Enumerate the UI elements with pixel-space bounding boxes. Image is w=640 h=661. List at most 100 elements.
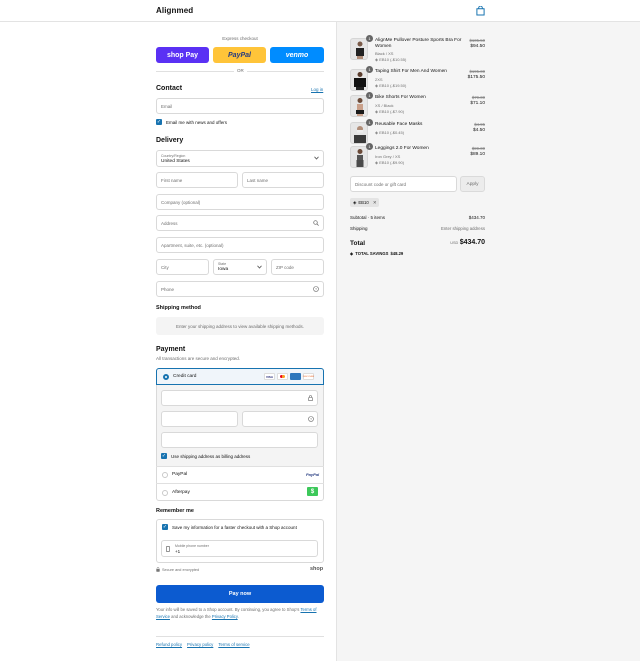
quantity-badge: 1: [366, 35, 373, 42]
apply-button[interactable]: Apply: [460, 176, 485, 192]
mobile-phone-input[interactable]: Mobile phone number +1: [161, 540, 318, 557]
item-discount: ◈ EB10 (-$10.55): [375, 57, 406, 62]
expiration-input[interactable]: [161, 411, 238, 427]
terms-of-service-link[interactable]: Terms of service: [218, 642, 249, 647]
quantity-badge: 1: [366, 92, 373, 99]
remove-discount-icon[interactable]: ✕: [373, 200, 377, 206]
discount-code-input[interactable]: Discount code or gift card: [350, 176, 457, 192]
email-input[interactable]: Email: [156, 98, 324, 114]
card-brand-icons: VISA DISCOVER: [264, 373, 314, 380]
product-thumbnail: [350, 122, 368, 144]
help-icon[interactable]: ?: [313, 286, 319, 292]
afterpay-option[interactable]: Afterpay: [156, 484, 324, 501]
product-thumbnail: [350, 146, 368, 168]
secure-label: Secure and encrypted: [162, 567, 200, 572]
cart-item: 1 Leggings 2.0 For Women Iron Grey / XS …: [350, 143, 485, 170]
item-name: Bike Shorts For Women: [375, 95, 426, 100]
phone-input[interactable]: Phone: [156, 281, 324, 297]
help-icon[interactable]: ?: [308, 416, 314, 422]
quantity-badge: 1: [366, 119, 373, 126]
brand-logo[interactable]: Alignmed: [156, 6, 193, 15]
item-discount: ◈ EB10 (-$19.50): [375, 83, 406, 88]
footer-links: Refund policy Privacy policy Terms of se…: [156, 642, 250, 647]
afterpay-radio[interactable]: [162, 489, 168, 496]
item-variant: XS / Black: [375, 103, 394, 108]
total-savings-row: ◈ TOTAL SAVINGS $48.29: [350, 251, 403, 256]
news-label: Email me with news and offers: [166, 119, 227, 125]
city-input[interactable]: City: [156, 259, 209, 275]
company-placeholder: Company (optional): [161, 199, 201, 205]
paypal-express-button[interactable]: PayPal: [213, 47, 266, 63]
legal-text-end: .: [237, 613, 239, 619]
item-variant: Iron Grey / XS: [375, 154, 401, 159]
save-info-checkbox-row[interactable]: ✓ Save my information for a faster check…: [162, 524, 297, 530]
secure-row: Secure and encrypted: [156, 567, 199, 572]
shop-pay-button[interactable]: shop Pay: [156, 47, 209, 63]
quantity-badge: 1: [366, 143, 373, 150]
mobile-value: +1: [175, 548, 181, 554]
item-name: Reusable Face Masks: [375, 122, 423, 127]
last-name-placeholder: Last name: [247, 177, 269, 183]
first-name-input[interactable]: First name: [156, 172, 238, 188]
billing-checkbox[interactable]: ✓: [161, 453, 167, 459]
item-discount: ◈ EB10 (-$0.45): [375, 130, 404, 135]
zip-input[interactable]: ZIP code: [271, 259, 324, 275]
name-on-card-input[interactable]: [161, 432, 318, 448]
express-checkout-label: Express checkout: [222, 36, 258, 41]
tag-icon: ◈: [350, 251, 354, 256]
item-variant: Black / XS: [375, 51, 394, 56]
country-select[interactable]: Country/Region United States: [156, 150, 324, 167]
footer-divider: [156, 636, 324, 637]
address-input[interactable]: Address: [156, 215, 324, 231]
legal-text: Your info will be saved to a Shop accoun…: [156, 607, 324, 620]
item-name: Taping Shirt For Men And Women: [375, 69, 447, 74]
news-checkbox-row[interactable]: ✓ Email me with news and offers: [156, 119, 227, 125]
apply-label: Apply: [466, 181, 479, 187]
paypal-option[interactable]: PayPal: [156, 466, 324, 483]
privacy-policy-link[interactable]: Privacy policy: [187, 642, 213, 647]
refund-policy-link[interactable]: Refund policy: [156, 642, 182, 647]
company-input[interactable]: Company (optional): [156, 194, 324, 210]
address-placeholder: Address: [161, 220, 178, 226]
save-info-checkbox[interactable]: ✓: [162, 524, 168, 530]
amex-icon: [290, 373, 301, 380]
mastercard-icon: [277, 373, 288, 380]
venmo-button[interactable]: venmo: [270, 47, 324, 63]
save-info-label: Save my information for a faster checkou…: [172, 524, 297, 530]
login-link[interactable]: Log in: [311, 87, 323, 92]
apartment-input[interactable]: Apartment, suite, etc. (optional): [156, 237, 324, 253]
shipping-value: Enter shipping address: [441, 226, 485, 231]
legal-text-body: Your info will be saved to a Shop accoun…: [156, 607, 300, 612]
billing-checkbox-row[interactable]: ✓ Use shipping address as billing addres…: [161, 453, 250, 459]
news-checkbox[interactable]: ✓: [156, 119, 162, 125]
pay-now-button[interactable]: Pay now: [156, 585, 324, 603]
apartment-placeholder: Apartment, suite, etc. (optional): [161, 242, 224, 248]
cart-item: 1 Bike Shorts For Women XS / Black ◈ EB1…: [350, 92, 485, 119]
item-discount-text: EB10 (-$9.90): [379, 159, 405, 165]
cart-bag-icon[interactable]: [476, 6, 485, 16]
shop-logo: shop: [310, 566, 324, 572]
legal-text-and: and acknowledge the: [171, 613, 211, 619]
item-original-price: $99.00: [471, 146, 485, 151]
paypal-radio[interactable]: [162, 471, 168, 478]
savings-value: $48.29: [390, 251, 404, 256]
contact-heading: Contact: [156, 85, 183, 92]
security-code-input[interactable]: [242, 411, 318, 427]
quantity-badge: 1: [366, 66, 373, 73]
item-original-price: $4.95: [474, 122, 485, 127]
city-placeholder: City: [161, 264, 169, 270]
shop-pay-label: shop Pay: [166, 51, 199, 59]
discount-code-label: EB10: [358, 200, 369, 205]
payment-heading: Payment: [156, 346, 186, 353]
item-price: $175.50: [467, 75, 485, 80]
item-discount-text: EB10 (-$7.90): [379, 108, 405, 114]
privacy-link[interactable]: Privacy Policy: [212, 614, 238, 619]
credit-card-radio[interactable]: [163, 373, 169, 380]
afterpay-option-label: Afterpay: [172, 490, 190, 495]
remember-me-heading: Remember me: [156, 508, 194, 514]
card-number-input[interactable]: [161, 390, 318, 406]
billing-label: Use shipping address as billing address: [171, 453, 251, 459]
phone-icon: [166, 546, 170, 552]
last-name-input[interactable]: Last name: [242, 172, 324, 188]
venmo-label: venmo: [285, 51, 309, 59]
